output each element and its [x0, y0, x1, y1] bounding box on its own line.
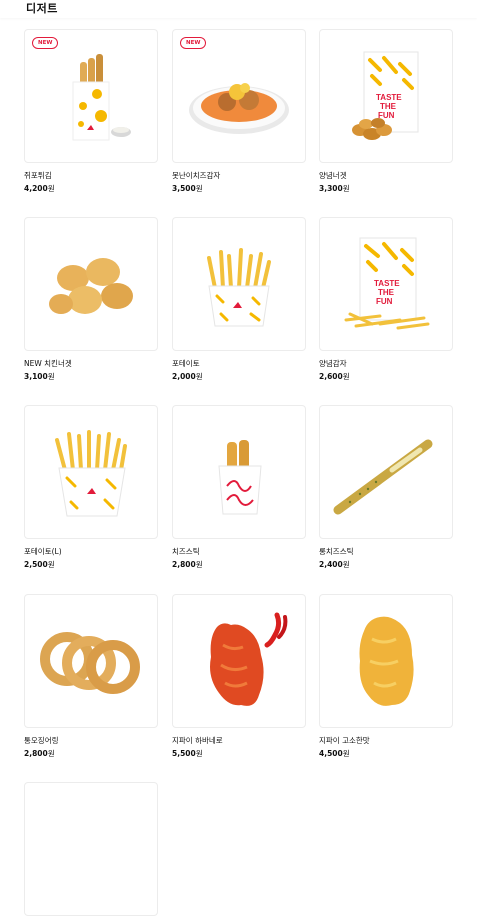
product-image-frame[interactable]: [24, 217, 158, 351]
product-card[interactable]: 치즈스틱 2,800원: [172, 405, 306, 570]
zpie-habanero-image: [210, 612, 288, 706]
product-price: 3,300원: [319, 184, 350, 193]
product-card[interactable]: 포테이토 2,000원: [172, 217, 306, 382]
product-card[interactable]: 포테이토(L) 2,500원: [24, 405, 158, 570]
product-card[interactable]: 롱치즈스틱 2,400원: [319, 405, 453, 570]
product-image-frame[interactable]: [24, 594, 158, 728]
product-name: 포테이토(L): [24, 547, 62, 556]
product-card[interactable]: 통오징어링 2,800원: [24, 594, 158, 759]
svg-text:THE: THE: [380, 102, 397, 111]
product-card[interactable]: NEW 쥐포튀김 4,200원: [24, 29, 158, 194]
product-name: NEW 치킨너겟: [24, 359, 72, 368]
product-image-frame[interactable]: NEW: [172, 29, 306, 163]
product-card[interactable]: NEW 치킨너겟 3,100원: [24, 217, 158, 382]
product-image-frame[interactable]: [172, 594, 306, 728]
product-image-frame[interactable]: [319, 594, 453, 728]
product-name: 양념너겟: [319, 171, 347, 180]
product-name: 양념감자: [319, 359, 347, 368]
cheese-stick-image: [218, 440, 262, 515]
squid-rings-image: [40, 632, 140, 694]
svg-text:THE: THE: [378, 288, 395, 297]
product-card[interactable]: NEW 못난이치즈감자 3,500원: [172, 29, 306, 194]
chicken-nuggets-image: [49, 258, 133, 314]
product-name: 쥐포튀김: [24, 171, 52, 180]
product-name: 지파이 하바네로: [172, 736, 223, 745]
product-image-frame[interactable]: [24, 782, 158, 916]
product-price: 2,400원: [319, 560, 350, 569]
product-name: 못난이치즈감자: [172, 171, 221, 180]
product-image-frame[interactable]: NEW: [24, 29, 158, 163]
zpie-original-image: [359, 616, 414, 706]
product-image-frame[interactable]: TASTE THE FUN: [319, 29, 453, 163]
seasoned-nugget-bag-image: TASTE THE FUN: [352, 51, 419, 140]
product-price: 2,800원: [172, 560, 203, 569]
product-card[interactable]: 지파이 하바네로 5,500원: [172, 594, 306, 759]
squid-fries-image: [72, 54, 131, 141]
long-cheese-stick-image: [333, 439, 433, 515]
product-image-frame[interactable]: [319, 405, 453, 539]
product-card[interactable]: TASTE THE FUN 양념너겟 3,300원: [319, 29, 453, 194]
product-image-frame[interactable]: [24, 405, 158, 539]
seasoned-fries-bag-image: TASTE THE FUN: [344, 237, 430, 330]
new-badge: NEW: [180, 37, 207, 49]
svg-text:TASTE: TASTE: [376, 93, 402, 102]
product-price: 2,600원: [319, 372, 350, 381]
product-name: 포테이토: [172, 359, 200, 368]
product-image-frame[interactable]: [172, 217, 306, 351]
product-name: 지파이 고소한맛: [319, 736, 370, 745]
product-card[interactable]: TASTE THE FUN 양념감자 2,600원: [319, 217, 453, 382]
product-price: 2,500원: [24, 560, 55, 569]
svg-text:TASTE: TASTE: [374, 279, 400, 288]
product-name: 통오징어링: [24, 736, 59, 745]
section-title: 디저트: [26, 2, 58, 15]
product-price: 4,200원: [24, 184, 55, 193]
product-price: 4,500원: [319, 749, 350, 758]
product-image-frame[interactable]: TASTE THE FUN: [319, 217, 453, 351]
product-name: 치즈스틱: [172, 547, 200, 556]
product-price: 3,100원: [24, 372, 55, 381]
product-name: 롱치즈스틱: [319, 547, 354, 556]
new-badge: NEW: [32, 37, 59, 49]
large-fries-image: [55, 430, 127, 517]
product-price: 5,500원: [172, 749, 203, 758]
cheese-potato-plate-image: [189, 83, 289, 134]
product-price: 3,500원: [172, 184, 203, 193]
top-bar: [0, 0, 477, 18]
potato-fries-image: [207, 248, 271, 327]
product-image-frame[interactable]: [172, 405, 306, 539]
product-card-partial[interactable]: [24, 782, 158, 916]
svg-text:FUN: FUN: [376, 297, 393, 306]
product-price: 2,800원: [24, 749, 55, 758]
product-card[interactable]: 지파이 고소한맛 4,500원: [319, 594, 453, 759]
product-price: 2,000원: [172, 372, 203, 381]
